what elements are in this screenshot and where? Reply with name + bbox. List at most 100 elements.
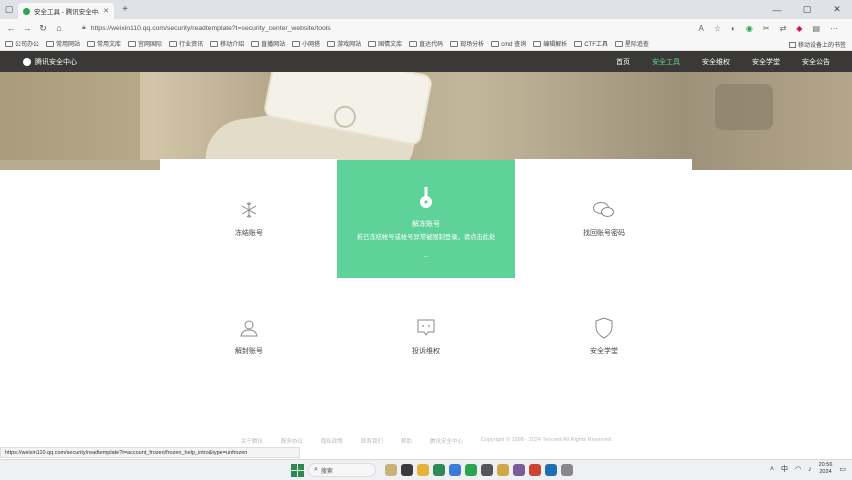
- tab-actions-icon[interactable]: ▢: [0, 0, 18, 19]
- clock[interactable]: 20:56 2024: [819, 462, 833, 476]
- home-icon[interactable]: ⌂: [54, 23, 64, 33]
- taskbar-apps: [385, 464, 573, 476]
- nav-tools[interactable]: 安全工具: [652, 57, 680, 67]
- app-icon[interactable]: [529, 464, 541, 476]
- new-tab-button[interactable]: +: [118, 4, 132, 15]
- app-icon[interactable]: [385, 464, 397, 476]
- tool-freeze-account[interactable]: 冻结账号: [160, 198, 338, 238]
- folder-icon: [46, 40, 55, 47]
- chevron-up-icon[interactable]: ˄: [770, 466, 774, 473]
- tool-label: 安全学堂: [590, 348, 618, 355]
- extension-green-icon[interactable]: ◉: [746, 24, 753, 33]
- search-placeholder: 搜索: [320, 468, 333, 475]
- bookmark-folder[interactable]: 编辑解析: [533, 39, 567, 48]
- back-icon[interactable]: ←: [6, 23, 16, 33]
- folder-icon: [368, 40, 377, 47]
- nav-rights[interactable]: 安全维权: [702, 57, 730, 67]
- nav-announcements[interactable]: 安全公告: [802, 57, 830, 67]
- tool-unfreeze-account[interactable]: 解冻账号 若已冻结帐号或帐号异常被限制登录，请点击此处 ...: [337, 160, 515, 278]
- app-icon[interactable]: [417, 464, 429, 476]
- app-icon[interactable]: [465, 464, 477, 476]
- minimize-icon[interactable]: —: [762, 5, 792, 15]
- tool-complaint[interactable]: 投诉维权: [337, 316, 515, 356]
- taskbar-center: ⌕ 搜索: [291, 463, 376, 477]
- site-header: 腾讯安全中心 首页 安全工具 安全维权 安全学堂 安全公告: [0, 51, 852, 72]
- nav-academy[interactable]: 安全学堂: [752, 57, 780, 67]
- bookmark-folder[interactable]: CTF工具: [574, 39, 608, 48]
- footer-link[interactable]: 关于腾讯: [241, 437, 263, 446]
- forward-icon[interactable]: →: [22, 23, 32, 33]
- footer-link[interactable]: 帮助: [401, 437, 412, 446]
- close-tab-icon[interactable]: ✕: [103, 7, 109, 15]
- translate-icon[interactable]: ⇄: [780, 24, 787, 33]
- bookmark-folder[interactable]: 常用网站: [46, 39, 80, 48]
- reader-mode-icon[interactable]: A: [699, 24, 704, 33]
- bookmark-folder[interactable]: 现场分析: [450, 39, 484, 48]
- browser-tab-active[interactable]: 安全工具 - 腾讯安全中心 - 守 ✕: [18, 3, 114, 19]
- tool-security-academy[interactable]: 安全学堂: [515, 316, 693, 356]
- settings-menu-icon[interactable]: ⋯: [830, 24, 838, 33]
- clock-time: 20:56: [818, 462, 833, 468]
- tool-recover-password[interactable]: 找回账号密码: [515, 198, 693, 238]
- address-bar[interactable]: 🔒︎ https://weixin110.qq.com/security/rea…: [78, 22, 693, 35]
- brand-name: 腾讯安全中心: [35, 58, 77, 66]
- collections-icon[interactable]: ▤: [812, 24, 820, 33]
- bookmark-folder[interactable]: 常用文库: [87, 39, 121, 48]
- app-icon[interactable]: [449, 464, 461, 476]
- bookmarks-bar: 公司办公 常用网站 常用文库 宫网国际 行业资讯 移动介绍 直播网站 小网搭 游…: [0, 37, 852, 51]
- maximize-icon[interactable]: ▢: [792, 4, 822, 15]
- bookmark-folder[interactable]: 直播网站: [251, 39, 285, 48]
- site-brand[interactable]: 腾讯安全中心: [23, 57, 77, 67]
- app-icon[interactable]: [433, 464, 445, 476]
- bookmark-folder[interactable]: cmd 查询: [491, 39, 526, 48]
- footer-link[interactable]: 联系我们: [361, 437, 383, 446]
- refresh-icon[interactable]: ↻: [38, 23, 48, 34]
- wifi-icon[interactable]: ◠: [795, 465, 801, 473]
- nav-home[interactable]: 首页: [616, 57, 630, 67]
- address-url: https://weixin110.qq.com/security/readte…: [90, 24, 331, 32]
- bookmark-folder[interactable]: 公司办公: [5, 39, 39, 48]
- mobile-bookmarks[interactable]: 移动设备上的书签: [788, 40, 846, 49]
- site-nav: 首页 安全工具 安全维权 安全学堂 安全公告: [616, 51, 852, 72]
- tool-unban-account[interactable]: 解封账号: [160, 316, 338, 356]
- chat-bubbles-icon: [592, 198, 616, 222]
- screenshot-icon[interactable]: ✂: [763, 24, 770, 33]
- taskbar: ⌕ 搜索 ˄ 中 ◠ ♪ 20:56 2024 ▭: [0, 459, 852, 480]
- clock-date: 2024: [819, 469, 832, 475]
- taskbar-search[interactable]: ⌕ 搜索: [308, 463, 376, 477]
- bookmark-folder[interactable]: 星际追查: [614, 39, 649, 48]
- bookmark-folder[interactable]: 移动介绍: [210, 39, 244, 48]
- app-icon[interactable]: [513, 464, 525, 476]
- folder-icon: [292, 40, 301, 47]
- app-icon[interactable]: [561, 464, 573, 476]
- favorite-star-icon[interactable]: ☆: [714, 24, 721, 33]
- bookmark-folder[interactable]: 行业资讯: [169, 39, 203, 48]
- tool-label: 找回账号密码: [583, 230, 625, 237]
- key-icon: [414, 186, 438, 210]
- bookmark-folder[interactable]: 直达代码: [409, 39, 443, 48]
- extension-red-icon[interactable]: ◆: [796, 24, 802, 33]
- language-icon[interactable]: 中: [781, 464, 788, 474]
- tencent-logo-icon: [23, 57, 31, 66]
- folder-icon: [491, 40, 500, 47]
- app-icon[interactable]: [401, 464, 413, 476]
- footer-link[interactable]: 隐私政策: [321, 437, 343, 446]
- notification-icon[interactable]: ▭: [839, 465, 846, 473]
- start-menu-icon[interactable]: [291, 463, 304, 477]
- volume-icon[interactable]: ♪: [808, 466, 812, 473]
- extension-icon[interactable]: ◐: [731, 24, 736, 33]
- folder-icon: [614, 40, 623, 47]
- app-icon[interactable]: [481, 464, 493, 476]
- app-icon[interactable]: [545, 464, 557, 476]
- bookmark-folder[interactable]: 国情文库: [368, 39, 402, 48]
- close-window-icon[interactable]: ✕: [822, 4, 852, 15]
- bookmark-folder[interactable]: 小网搭: [292, 39, 320, 48]
- nav-toolbar-right: A ☆ ◐ ◉ ✂ ⇄ ◆ ▤ ⋯: [699, 24, 852, 33]
- message-icon: [414, 316, 438, 340]
- system-tray: ˄ 中 ◠ ♪ 20:56 2024 ▭: [770, 462, 846, 476]
- bookmark-folder[interactable]: 游戏网站: [327, 39, 361, 48]
- footer-link[interactable]: 腾讯安全中心: [430, 437, 463, 446]
- footer-link[interactable]: 服务协议: [281, 437, 303, 446]
- app-icon[interactable]: [497, 464, 509, 476]
- bookmark-folder[interactable]: 宫网国际: [128, 39, 162, 48]
